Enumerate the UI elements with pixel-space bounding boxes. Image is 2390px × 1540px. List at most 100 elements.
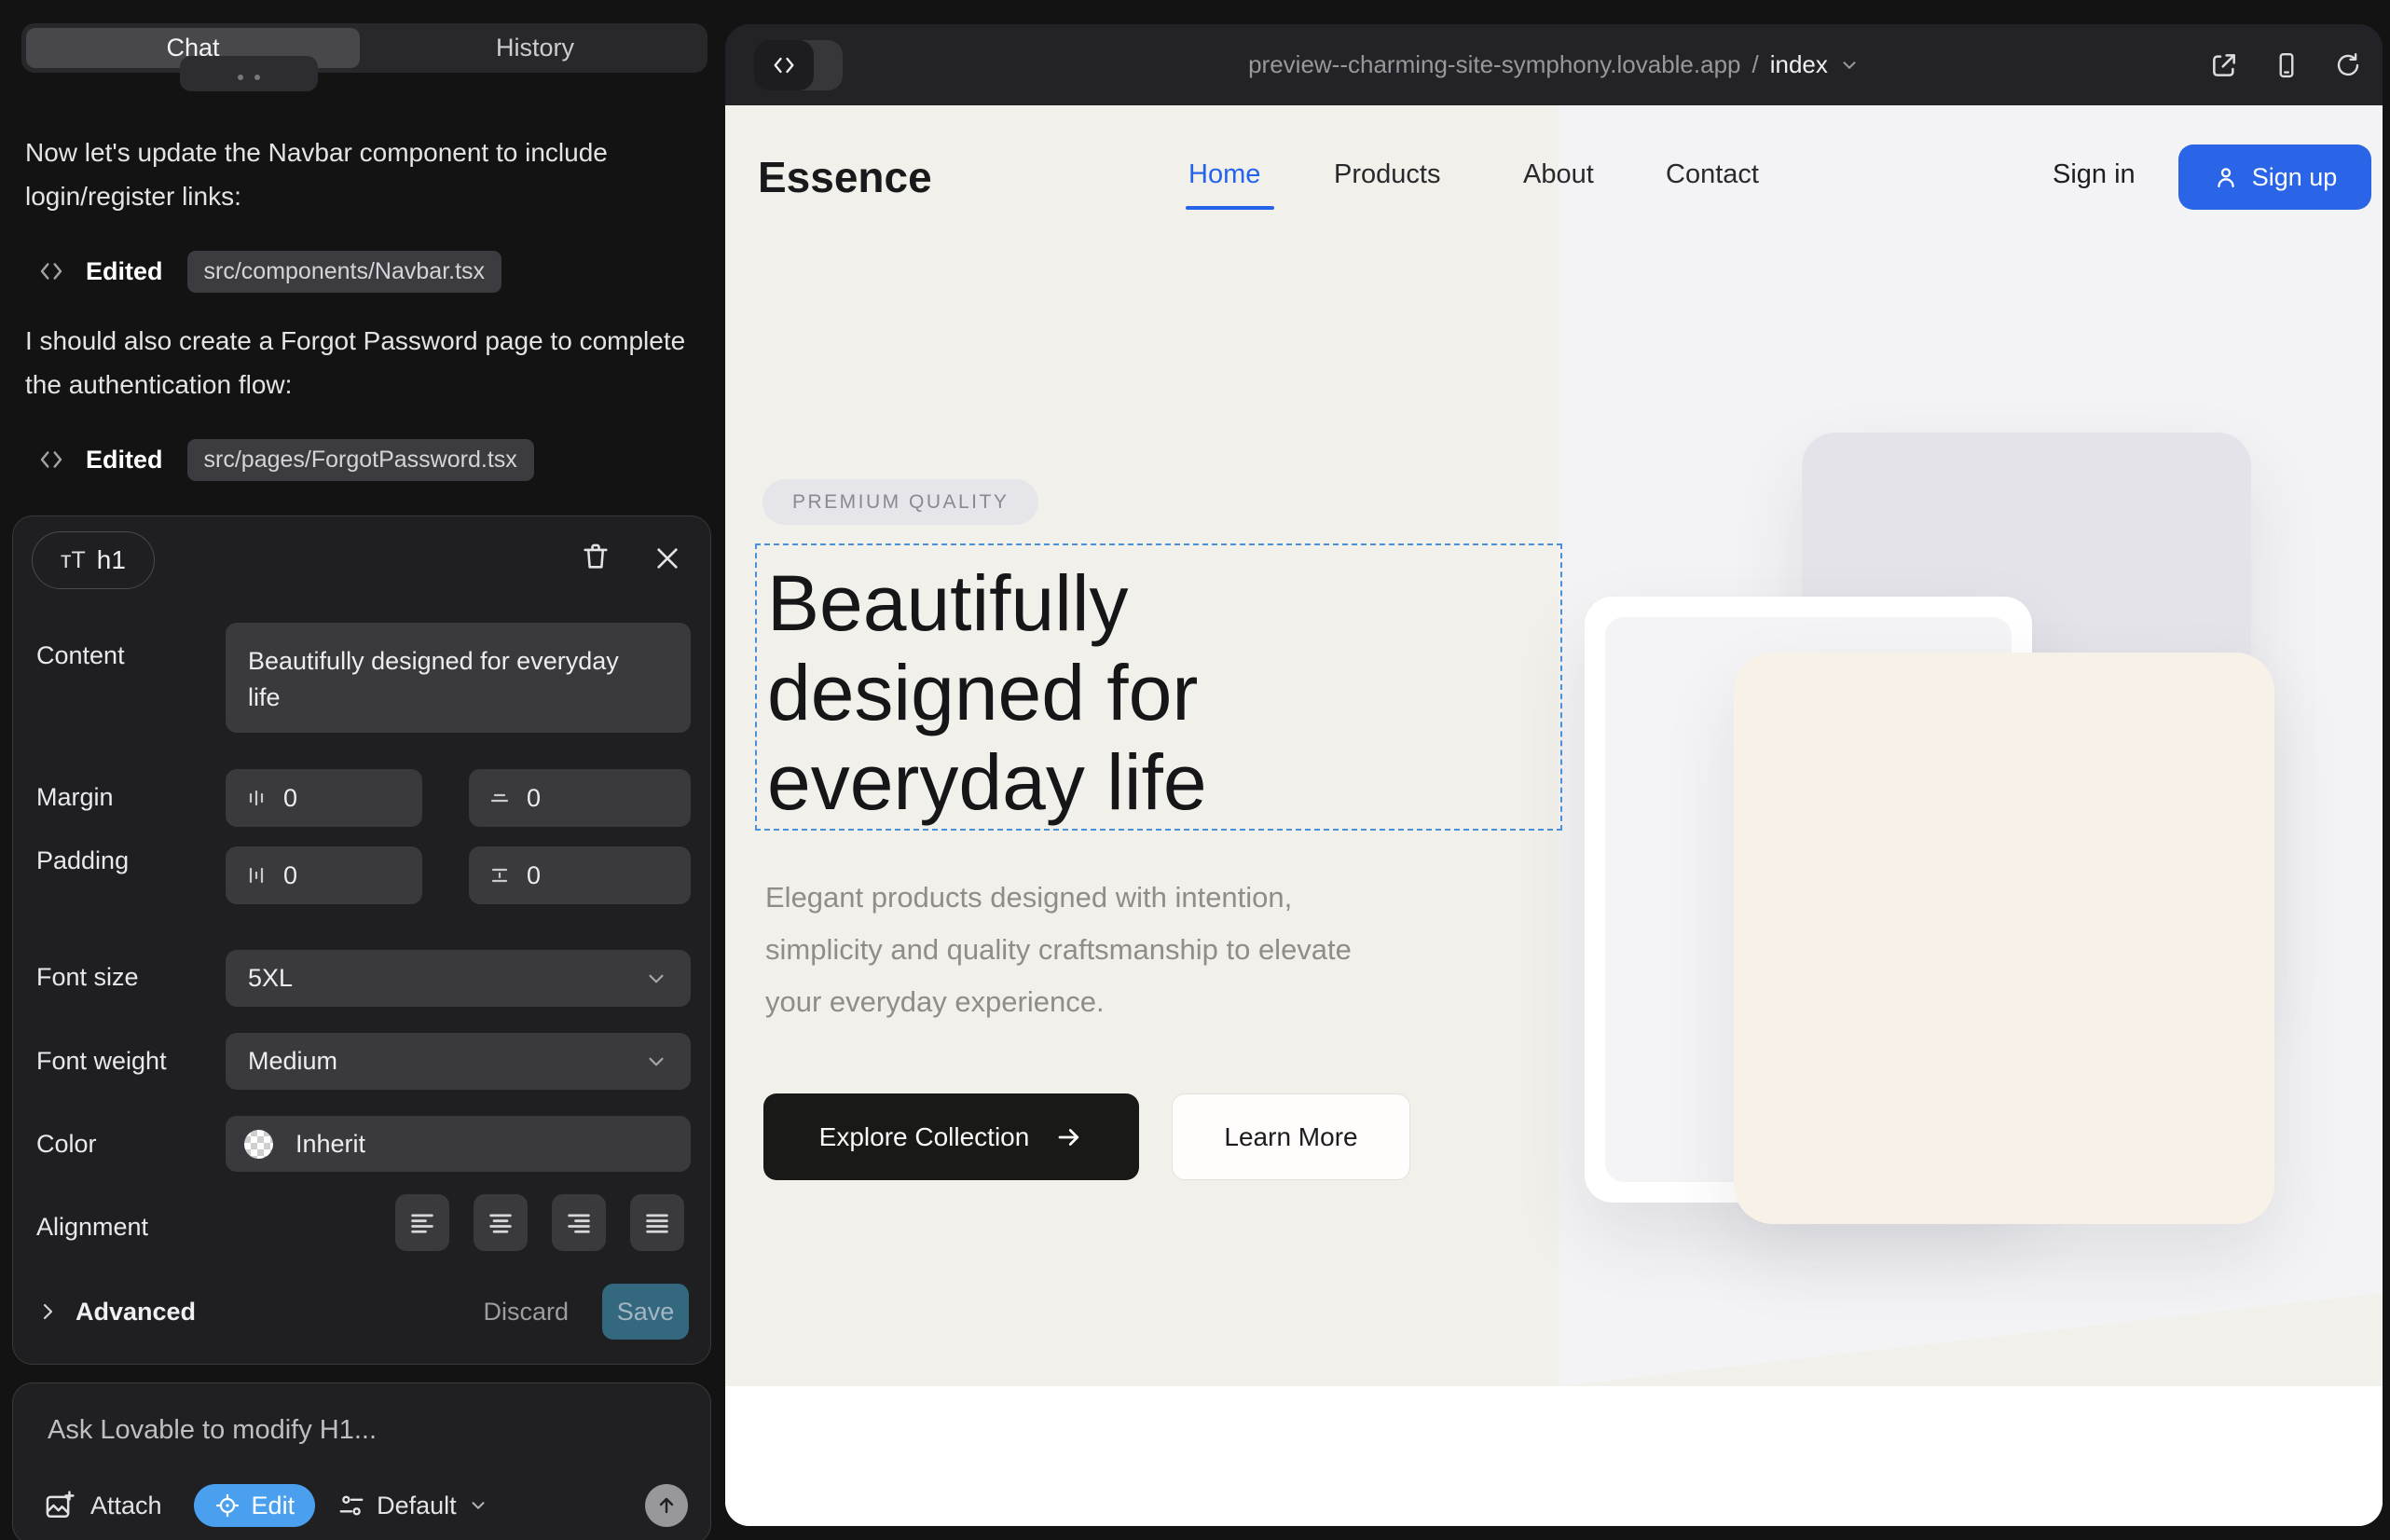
learn-more-button[interactable]: Learn More bbox=[1172, 1093, 1410, 1180]
padding-label: Padding bbox=[36, 846, 129, 875]
font-weight-select[interactable]: Medium bbox=[226, 1033, 691, 1090]
crosshair-icon bbox=[214, 1492, 240, 1519]
sliders-icon bbox=[337, 1492, 365, 1519]
sign-up-label: Sign up bbox=[2252, 163, 2338, 192]
attach-button[interactable]: Attach bbox=[90, 1492, 162, 1520]
nav-link-contact[interactable]: Contact bbox=[1666, 159, 1759, 190]
content-label: Content bbox=[36, 641, 125, 670]
refresh-button[interactable] bbox=[2334, 50, 2362, 80]
nav-link-home[interactable]: Home bbox=[1188, 159, 1260, 190]
align-justify-icon bbox=[643, 1210, 671, 1236]
align-right-icon bbox=[565, 1210, 593, 1236]
margin-vertical-icon bbox=[489, 788, 510, 808]
learn-more-label: Learn More bbox=[1224, 1122, 1357, 1152]
margin-x-input[interactable]: 0 bbox=[226, 769, 422, 827]
edited-file-row: Edited src/pages/ForgotPassword.tsx bbox=[37, 438, 534, 481]
premium-quality-badge: PREMIUM QUALITY bbox=[762, 479, 1038, 525]
nav-link-about[interactable]: About bbox=[1523, 159, 1594, 190]
sign-in-link[interactable]: Sign in bbox=[2053, 159, 2136, 190]
chevron-down-icon bbox=[468, 1495, 488, 1516]
color-value: Inherit bbox=[295, 1130, 365, 1159]
padding-x-input[interactable]: 0 bbox=[226, 846, 422, 904]
element-tag: h1 bbox=[97, 545, 126, 575]
font-size-select[interactable]: 5XL bbox=[226, 950, 691, 1007]
smartphone-icon bbox=[2273, 50, 2301, 80]
explore-collection-label: Explore Collection bbox=[819, 1122, 1030, 1152]
edit-mode-label: Edit bbox=[252, 1492, 295, 1520]
font-weight-label: Font weight bbox=[36, 1047, 167, 1076]
edited-label: Edited bbox=[86, 257, 163, 286]
browser-actions bbox=[2209, 24, 2362, 105]
padding-vertical-icon bbox=[489, 865, 510, 886]
padding-y-value: 0 bbox=[527, 861, 541, 890]
padding-x-value: 0 bbox=[283, 861, 297, 890]
alignment-label: Alignment bbox=[36, 1213, 148, 1242]
chevron-right-icon bbox=[36, 1300, 59, 1323]
lovable-workspace: Chat History Now let's update the Navbar… bbox=[0, 0, 2390, 1540]
url-host: preview--charming-site-symphony.lovable.… bbox=[1248, 50, 1740, 79]
sign-up-button[interactable]: Sign up bbox=[2178, 144, 2371, 210]
font-weight-value: Medium bbox=[248, 1047, 337, 1076]
padding-y-input[interactable]: 0 bbox=[469, 846, 691, 904]
url-page: index bbox=[1770, 50, 1828, 79]
explore-collection-button[interactable]: Explore Collection bbox=[763, 1093, 1139, 1180]
color-select[interactable]: Inherit bbox=[226, 1116, 691, 1172]
padding-horizontal-icon bbox=[246, 865, 267, 886]
site-logo[interactable]: Essence bbox=[758, 152, 932, 202]
preview-window: preview--charming-site-symphony.lovable.… bbox=[725, 24, 2383, 1526]
font-size-label: Font size bbox=[36, 963, 139, 992]
align-center-button[interactable] bbox=[474, 1194, 528, 1251]
scrolled-message-peek bbox=[180, 56, 318, 91]
external-link-icon bbox=[2209, 50, 2239, 80]
composer-toolbar: Attach Edit Default bbox=[44, 1484, 688, 1527]
section-below-hero bbox=[725, 1386, 2383, 1526]
hero-description: Elegant products designed with intention… bbox=[765, 872, 1408, 1028]
nav-link-products[interactable]: Products bbox=[1334, 159, 1440, 190]
person-icon bbox=[2213, 164, 2239, 190]
tab-history[interactable]: History bbox=[363, 23, 707, 73]
alignment-button-group bbox=[395, 1194, 684, 1251]
decor-shape-cream bbox=[1734, 653, 2274, 1224]
arrow-up-icon bbox=[655, 1494, 678, 1517]
tab-history-label: History bbox=[496, 34, 574, 62]
mobile-view-button[interactable] bbox=[2273, 50, 2301, 80]
typography-icon: тT bbox=[61, 547, 86, 574]
content-textarea[interactable]: Beautifully designed for everyday life bbox=[226, 623, 691, 733]
align-right-button[interactable] bbox=[552, 1194, 606, 1251]
editor-footer-row: Advanced Discard Save bbox=[36, 1284, 689, 1340]
model-selector[interactable]: Default bbox=[337, 1492, 488, 1520]
edited-label: Edited bbox=[86, 446, 163, 474]
code-icon bbox=[37, 257, 65, 285]
discard-button[interactable]: Discard bbox=[483, 1298, 569, 1327]
align-justify-button[interactable] bbox=[630, 1194, 684, 1251]
align-left-icon bbox=[408, 1210, 436, 1236]
save-button[interactable]: Save bbox=[602, 1284, 689, 1340]
chevron-down-icon bbox=[644, 1050, 668, 1074]
chevron-down-icon bbox=[1839, 55, 1860, 76]
edited-file-chip[interactable]: src/pages/ForgotPassword.tsx bbox=[187, 439, 534, 481]
align-left-button[interactable] bbox=[395, 1194, 449, 1251]
chat-composer[interactable]: Ask Lovable to modify H1... Attach Edit … bbox=[12, 1382, 711, 1540]
open-external-button[interactable] bbox=[2209, 50, 2239, 80]
selected-element-outline[interactable]: Beautifully designed for everyday life bbox=[755, 543, 1562, 831]
selected-element-pill[interactable]: тT h1 bbox=[32, 531, 155, 589]
close-icon[interactable] bbox=[652, 543, 682, 573]
edited-file-row: Edited src/components/Navbar.tsx bbox=[37, 250, 501, 293]
advanced-toggle[interactable]: Advanced bbox=[76, 1298, 196, 1327]
edited-file-chip[interactable]: src/components/Navbar.tsx bbox=[187, 251, 502, 293]
url-breadcrumb[interactable]: preview--charming-site-symphony.lovable.… bbox=[725, 24, 2383, 105]
composer-placeholder[interactable]: Ask Lovable to modify H1... bbox=[48, 1415, 377, 1446]
margin-y-input[interactable]: 0 bbox=[469, 769, 691, 827]
hero-headline[interactable]: Beautifully designed for everyday life bbox=[767, 558, 1457, 827]
assistant-message: I should also create a Forgot Password p… bbox=[25, 319, 693, 406]
edit-mode-button[interactable]: Edit bbox=[194, 1484, 316, 1527]
margin-label: Margin bbox=[36, 783, 114, 812]
chat-history-tabbar: Chat History bbox=[21, 23, 707, 73]
chevron-down-icon bbox=[644, 967, 668, 991]
color-swatch-icon bbox=[244, 1130, 273, 1159]
delete-element-button[interactable] bbox=[580, 541, 611, 572]
code-icon bbox=[37, 446, 65, 474]
send-button[interactable] bbox=[645, 1484, 688, 1527]
active-nav-underline bbox=[1186, 206, 1274, 210]
font-size-value: 5XL bbox=[248, 964, 293, 993]
